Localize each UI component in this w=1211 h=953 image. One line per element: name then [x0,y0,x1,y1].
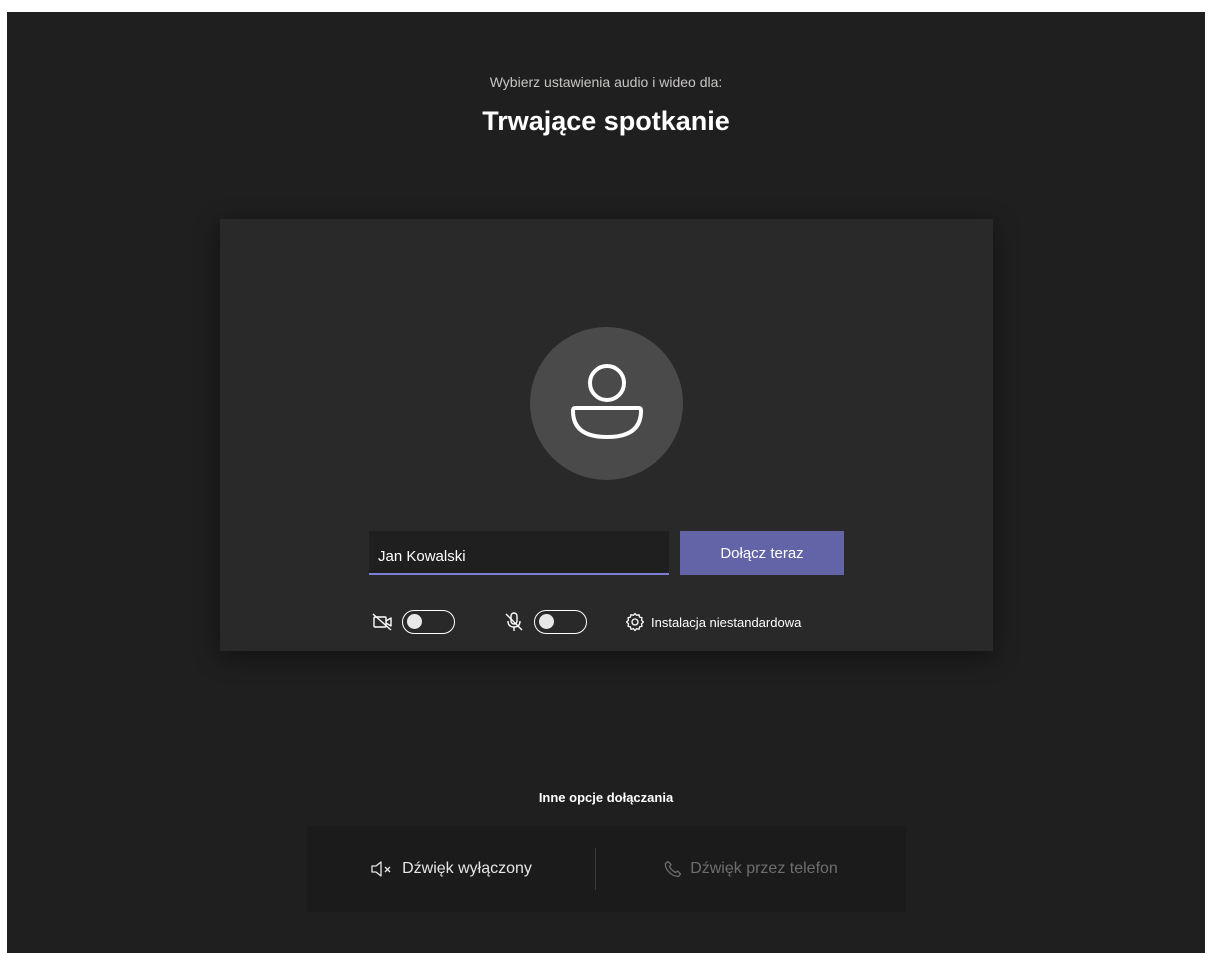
custom-setup-label: Instalacja niestandardowa [651,614,802,630]
camera-toggle[interactable] [402,610,455,634]
gear-icon [625,612,645,632]
phone-icon [664,860,682,878]
mic-toggle-knob [539,614,554,629]
video-off-icon [372,611,394,633]
mic-toggle[interactable] [534,610,587,634]
video-preview-panel: Dołącz teraz [220,219,993,651]
audio-off-label: Dźwięk wyłączony [402,860,532,877]
avatar [530,327,683,480]
name-input[interactable] [369,531,669,575]
person-icon [570,363,643,439]
audio-off-option[interactable]: Dźwięk wyłączony [307,848,595,890]
meeting-prejoin-screen: Wybierz ustawienia audio i wideo dla: Tr… [7,12,1205,953]
prejoin-subtitle: Wybierz ustawienia audio i wideo dla: [489,74,723,90]
device-controls: Instalacja niestandardowa [220,607,993,637]
phone-audio-option[interactable]: Dźwięk przez telefon [596,848,906,890]
phone-audio-label: Dźwięk przez telefon [690,860,838,877]
mic-off-icon [503,611,525,633]
meeting-title: Trwające spotkanie [482,106,730,136]
camera-toggle-knob [407,614,422,629]
other-join-options-title: Inne opcje dołączania [538,790,674,805]
speaker-mute-icon [371,861,391,877]
custom-setup-button[interactable]: Instalacja niestandardowa [625,609,801,635]
join-now-button[interactable]: Dołącz teraz [680,531,844,575]
other-join-options: Dźwięk wyłączony Dźwięk przez telefon [307,826,906,912]
